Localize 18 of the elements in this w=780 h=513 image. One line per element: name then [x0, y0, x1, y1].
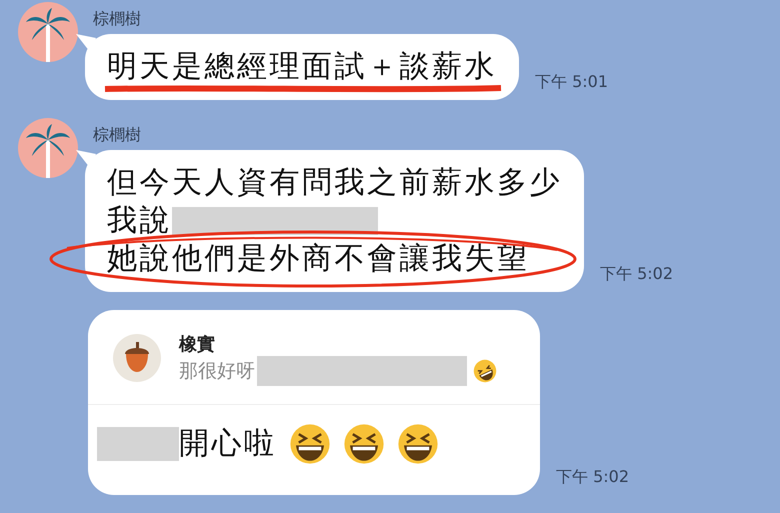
sender-name: 棕櫚樹	[93, 126, 142, 144]
message-text: 我說	[107, 202, 172, 240]
message-text: 明天是總經理面試＋談薪水	[107, 48, 497, 86]
palm-tree-avatar[interactable]	[18, 118, 78, 178]
grinning-emoji-icon	[288, 423, 330, 465]
message-text: 開心啦	[179, 425, 276, 463]
acorn-avatar[interactable]	[113, 334, 161, 382]
message-time: 下午 5:02	[556, 466, 630, 488]
laughing-emoji-icon	[473, 359, 497, 383]
message-text: 但今天人資有問我之前薪水多少	[107, 164, 562, 202]
message-time: 下午 5:01	[535, 71, 608, 93]
grinning-emoji-icon	[396, 423, 438, 465]
sender-name: 棕櫚樹	[93, 10, 142, 28]
grinning-emoji-icon	[342, 423, 384, 465]
quoted-message-text: 那很好呀	[179, 358, 255, 384]
palm-tree-avatar[interactable]	[18, 2, 78, 62]
quoted-sender-name: 橡實	[179, 334, 216, 356]
message-time: 下午 5:02	[600, 263, 674, 285]
